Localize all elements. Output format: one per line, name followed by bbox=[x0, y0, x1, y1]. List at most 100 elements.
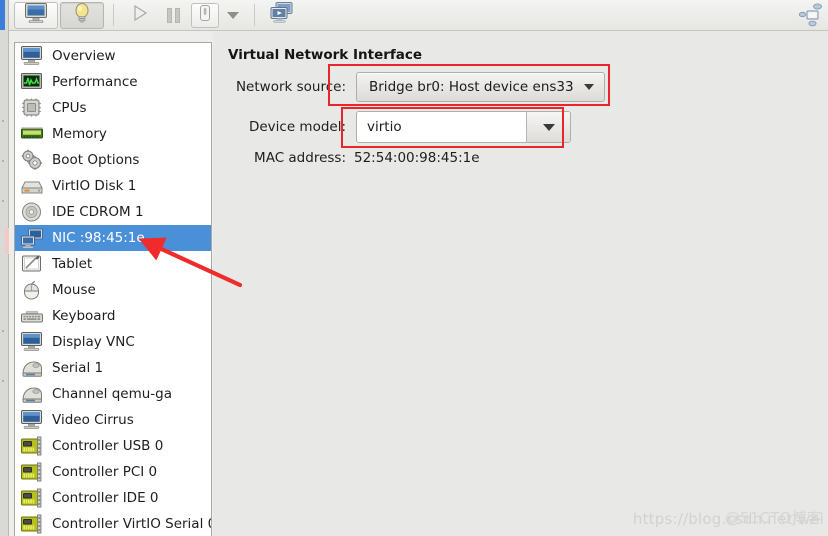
sidebar-item-label: Tablet bbox=[52, 256, 93, 272]
shutdown-menu-button[interactable] bbox=[220, 2, 246, 29]
sidebar-item-cpus[interactable]: CPUs bbox=[15, 95, 211, 121]
gears-icon bbox=[20, 149, 44, 171]
details-view-button[interactable] bbox=[60, 1, 104, 29]
mac-address-row: MAC address: 52:54:00:98:45:1e bbox=[213, 150, 633, 166]
power-icon bbox=[198, 4, 212, 26]
controller-card-icon bbox=[20, 487, 44, 509]
sidebar-item-controller-ide-0[interactable]: Controller IDE 0 bbox=[15, 485, 211, 511]
toolbar-separator bbox=[254, 4, 255, 26]
sidebar-item-label: Video Cirrus bbox=[52, 412, 134, 428]
sidebar-item-label: Keyboard bbox=[52, 308, 116, 324]
lightbulb-icon bbox=[69, 2, 95, 28]
sidebar-item-label: NIC :98:45:1e bbox=[52, 230, 145, 246]
monitor-icon bbox=[20, 45, 44, 67]
edge-tick bbox=[2, 200, 4, 202]
sidebar-item-serial-1[interactable]: Serial 1 bbox=[15, 355, 211, 381]
monitor-icon bbox=[20, 331, 44, 353]
device-model-value[interactable]: virtio bbox=[357, 112, 526, 142]
play-icon bbox=[129, 3, 149, 27]
device-model-dropdown-button[interactable] bbox=[526, 112, 570, 142]
sidebar-item-label: Controller VirtIO Serial 0 bbox=[52, 516, 212, 532]
watermark-brand: @51CTO博客 bbox=[724, 509, 822, 527]
device-detail-panel: Virtual Network Interface Network source… bbox=[213, 31, 828, 536]
edge-accent-bar bbox=[0, 0, 5, 30]
sidebar-item-label: Serial 1 bbox=[52, 360, 104, 376]
network-source-label: Network source: bbox=[235, 79, 346, 95]
controller-card-icon bbox=[20, 461, 44, 483]
sidebar-item-label: Performance bbox=[52, 74, 138, 90]
controller-card-icon bbox=[20, 513, 44, 535]
sidebar-item-overview[interactable]: Overview bbox=[15, 43, 211, 69]
main-toolbar bbox=[9, 0, 828, 31]
sidebar-item-channel-qemu-ga[interactable]: Channel qemu-ga bbox=[15, 381, 211, 407]
network-source-row: Network source: Bridge br0: Host device … bbox=[213, 72, 633, 102]
shutdown-button[interactable] bbox=[191, 2, 219, 28]
network-source-combo[interactable]: Bridge br0: Host device ens33 bbox=[356, 72, 605, 102]
sidebar-item-boot-options[interactable]: Boot Options bbox=[15, 147, 211, 173]
sidebar-item-label: Controller USB 0 bbox=[52, 438, 164, 454]
pause-icon bbox=[166, 7, 180, 23]
sidebar-item-label: Boot Options bbox=[52, 152, 140, 168]
screens-icon bbox=[268, 1, 296, 29]
harddisk-icon bbox=[20, 175, 44, 197]
chevron-down-icon bbox=[583, 84, 594, 90]
edge-tick bbox=[2, 120, 4, 122]
serial-port-icon bbox=[20, 383, 44, 405]
sidebar-item-label: Mouse bbox=[52, 282, 96, 298]
memory-stick-icon bbox=[20, 123, 44, 145]
sidebar-item-label: Display VNC bbox=[52, 334, 135, 350]
edge-tick bbox=[2, 160, 4, 162]
serial-port-icon bbox=[20, 357, 44, 379]
graph-icon bbox=[20, 71, 44, 93]
sidebar-item-performance[interactable]: Performance bbox=[15, 69, 211, 95]
toolbar-separator bbox=[113, 4, 114, 26]
controller-card-icon bbox=[20, 435, 44, 457]
monitor-icon bbox=[20, 409, 44, 431]
sidebar-item-memory[interactable]: Memory bbox=[15, 121, 211, 147]
tablet-pen-icon bbox=[20, 253, 44, 275]
sidebar-item-mouse[interactable]: Mouse bbox=[15, 277, 211, 303]
virt-manager-window: Overview Performance CPUs Memory Boot Op… bbox=[0, 0, 828, 536]
cdrom-icon bbox=[20, 201, 44, 223]
device-model-label: Device model: bbox=[248, 119, 346, 135]
sidebar-item-label: Channel qemu-ga bbox=[52, 386, 173, 402]
network-card-icon bbox=[20, 227, 44, 249]
edge-tick bbox=[2, 330, 4, 332]
sidebar-item-controller-virtio-serial-0[interactable]: Controller VirtIO Serial 0 bbox=[15, 511, 211, 536]
sidebar-item-nic-98-45-1e[interactable]: NIC :98:45:1e bbox=[15, 225, 211, 251]
cpu-chip-icon bbox=[20, 97, 44, 119]
run-button[interactable] bbox=[122, 2, 156, 29]
sidebar-item-display-vnc[interactable]: Display VNC bbox=[15, 329, 211, 355]
sidebar-item-controller-usb-0[interactable]: Controller USB 0 bbox=[15, 433, 211, 459]
pause-button[interactable] bbox=[156, 2, 190, 29]
window-edge-strip bbox=[0, 0, 9, 536]
console-view-button[interactable] bbox=[14, 1, 58, 29]
sidebar-item-video-cirrus[interactable]: Video Cirrus bbox=[15, 407, 211, 433]
mac-address-label: MAC address: bbox=[254, 150, 346, 166]
sidebar-item-keyboard[interactable]: Keyboard bbox=[15, 303, 211, 329]
sidebar-item-label: Overview bbox=[52, 48, 116, 64]
sidebar-item-label: Controller IDE 0 bbox=[52, 490, 159, 506]
sidebar-item-controller-pci-0[interactable]: Controller PCI 0 bbox=[15, 459, 211, 485]
page-title: Virtual Network Interface bbox=[228, 47, 423, 63]
snapshots-button[interactable] bbox=[263, 2, 301, 29]
sidebar-item-tablet[interactable]: Tablet bbox=[15, 251, 211, 277]
chevron-down-icon bbox=[227, 11, 239, 19]
mouse-icon bbox=[20, 279, 44, 301]
keyboard-icon bbox=[20, 305, 44, 327]
sidebar-item-ide-cdrom-1[interactable]: IDE CDROM 1 bbox=[15, 199, 211, 225]
sidebar-item-label: Memory bbox=[52, 126, 107, 142]
chevron-down-icon bbox=[542, 123, 555, 131]
network-screens-icon bbox=[798, 2, 824, 28]
sidebar-item-virtio-disk-1[interactable]: VirtIO Disk 1 bbox=[15, 173, 211, 199]
watermark: https://blog.csdn.net/wei @51CTO博客 bbox=[633, 509, 824, 528]
mac-address-value: 52:54:00:98:45:1e bbox=[354, 150, 480, 166]
sidebar-item-label: VirtIO Disk 1 bbox=[52, 178, 137, 194]
sidebar-item-label: IDE CDROM 1 bbox=[52, 204, 144, 220]
monitor-icon bbox=[23, 2, 49, 28]
device-model-combo[interactable]: virtio bbox=[356, 111, 571, 143]
sidebar-item-label: CPUs bbox=[52, 100, 87, 116]
sidebar-item-label: Controller PCI 0 bbox=[52, 464, 158, 480]
hardware-list[interactable]: Overview Performance CPUs Memory Boot Op… bbox=[14, 42, 212, 536]
device-model-row: Device model: virtio bbox=[213, 111, 633, 143]
